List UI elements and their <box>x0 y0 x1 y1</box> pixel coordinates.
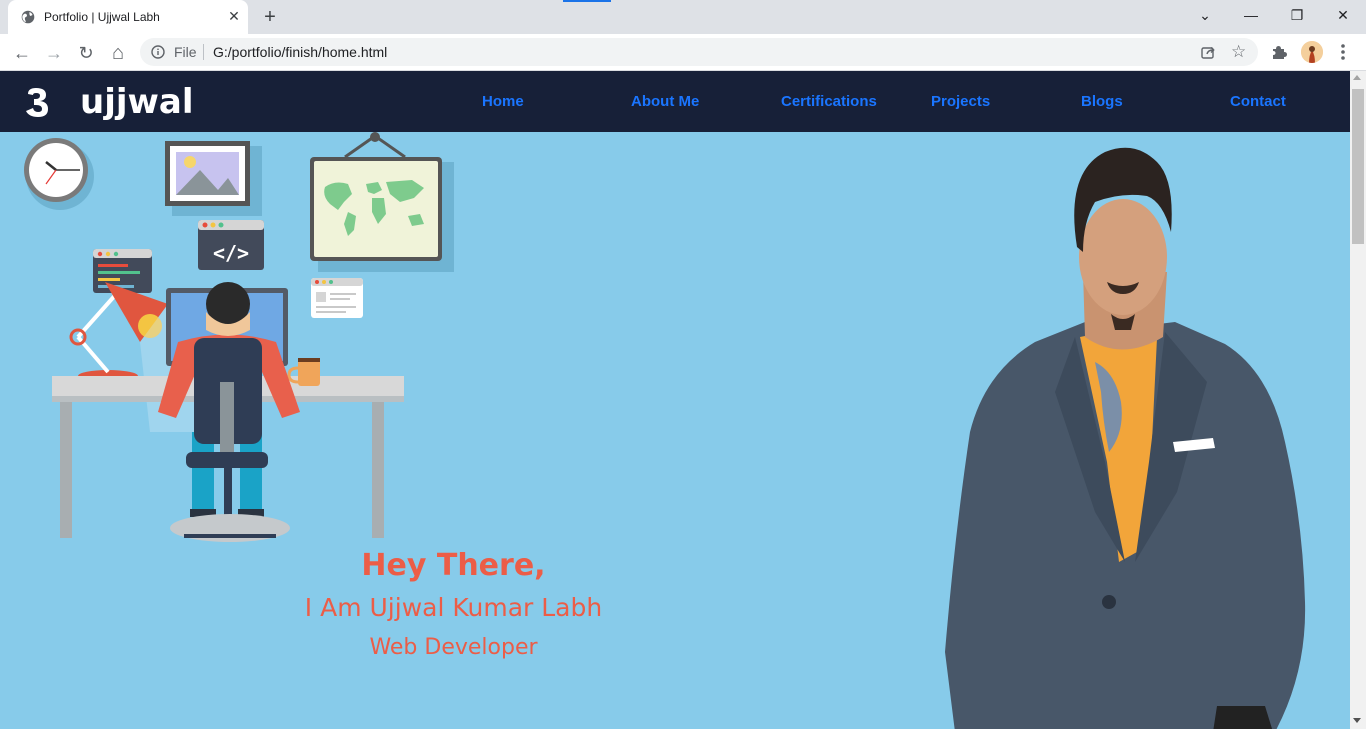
picture-frame-icon <box>165 141 262 216</box>
world-map-frame-icon <box>310 132 454 272</box>
restore-button[interactable]: ❐ <box>1274 0 1320 30</box>
scrollbar-thumb[interactable] <box>1352 89 1364 244</box>
nav-home-link[interactable]: Home <box>482 93 524 110</box>
nav-projects-link[interactable]: Projects <box>931 93 990 110</box>
logo[interactable]: ujjwal <box>24 82 196 122</box>
profile-photo <box>945 147 1306 729</box>
close-icon[interactable]: ✕ <box>226 8 242 24</box>
hero-role: Web Developer <box>369 635 538 660</box>
url-scheme-label: File <box>174 44 197 60</box>
tab-search-button[interactable]: ⌄ <box>1182 0 1228 30</box>
forward-button[interactable]: → <box>40 39 68 67</box>
tab-drag-indicator <box>563 0 611 2</box>
nav-contact-link[interactable]: Contact <box>1230 93 1286 110</box>
puzzle-icon[interactable] <box>1270 43 1288 61</box>
site-navbar: ujjwal Home About Me Certifications Proj… <box>0 71 1350 132</box>
url-divider <box>203 44 204 60</box>
page-viewport: ujjwal Home About Me Certifications Proj… <box>0 71 1366 729</box>
home-button[interactable]: ⌂ <box>104 39 132 67</box>
scroll-up-arrow-icon[interactable] <box>1353 75 1361 80</box>
star-icon[interactable]: ☆ <box>1231 42 1246 62</box>
code-window-icon: </> <box>198 220 264 270</box>
globe-icon <box>21 10 35 24</box>
address-bar[interactable]: File G:/portfolio/finish/home.html ☆ <box>140 38 1258 66</box>
logo-text: ujjwal <box>80 82 194 122</box>
close-window-button[interactable]: ✕ <box>1320 0 1366 30</box>
developer-illustration: </> <box>24 132 454 542</box>
nav-certifications-link[interactable]: Certifications <box>781 93 877 110</box>
info-icon[interactable] <box>151 45 165 59</box>
url-text[interactable]: G:/portfolio/finish/home.html <box>213 44 387 60</box>
scroll-down-arrow-icon[interactable] <box>1353 718 1361 723</box>
browser-tab-strip: Portfolio | Ujjwal Labh ✕ + ⌄ — ❐ ✕ <box>0 0 1366 34</box>
new-tab-button[interactable]: + <box>258 5 282 29</box>
menu-icon[interactable] <box>1336 41 1350 63</box>
hero-name: I Am Ujjwal Kumar Labh <box>304 593 603 622</box>
nav-blogs-link[interactable]: Blogs <box>1081 93 1123 110</box>
reload-button[interactable]: ↻ <box>72 39 100 67</box>
svg-text:</>: </> <box>213 241 249 265</box>
browser-tab[interactable]: Portfolio | Ujjwal Labh ✕ <box>8 0 248 34</box>
coffee-mug-icon <box>287 358 320 386</box>
editor-window-icon <box>93 249 152 293</box>
document-window-icon <box>311 278 363 318</box>
nav-about-link[interactable]: About Me <box>631 93 699 110</box>
browser-toolbar: ← → ↻ ⌂ File G:/portfolio/finish/home.ht… <box>0 34 1366 71</box>
back-button[interactable]: ← <box>8 39 36 67</box>
tab-title: Portfolio | Ujjwal Labh <box>44 10 160 24</box>
share-icon[interactable] <box>1200 44 1216 60</box>
clock-icon <box>24 138 94 210</box>
hero-greeting: Hey There, <box>361 548 546 583</box>
minimize-button[interactable]: — <box>1228 0 1274 30</box>
profile-avatar[interactable] <box>1301 41 1323 63</box>
